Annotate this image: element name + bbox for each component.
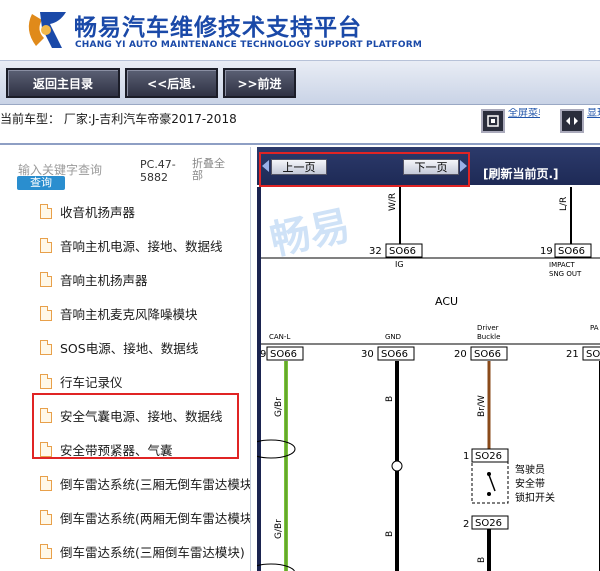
connector-label: SO66 [270,349,297,360]
switch-label: 安全带 [515,477,545,490]
fullscreen-icon[interactable] [481,109,505,133]
pin-number: 20 [454,349,467,360]
signal-label: SNG OUT [549,270,582,278]
document-icon [40,476,52,491]
refresh-link[interactable]: [刷新当前页.] [483,165,559,182]
pin-number: 2 [463,519,469,530]
tree-item[interactable]: 音响主机麦克风降噪模块 [40,297,250,330]
fullscreen-menu-link[interactable]: 全屏菜单 [508,108,540,120]
pager-bar: 上一页 下一页 [刷新当前页.] [257,147,600,187]
forward-button[interactable]: >>前进 [223,68,296,98]
brand-title-en: CHANG YI AUTO MAINTENANCE TECHNOLOGY SUP… [75,40,423,50]
signal-label: GND [385,333,401,341]
right-panel: 上一页 下一页 [刷新当前页.] 畅易 W/R L/R 32 SO66 IG 1… [257,147,600,571]
left-panel: 输入关键字查询 查询 PC.47-5882 折叠全部 收音机扬声器 音响主机电源… [0,147,251,571]
wire-color-label: B [385,396,395,402]
display-link[interactable]: 显现 [587,108,600,120]
cy-logo-icon [28,12,66,48]
document-icon [40,204,52,219]
current-model-label: 当前车型： 厂家:J-吉利汽车帝豪2017-2018 [0,112,237,126]
connector-label: SO66 [558,246,585,257]
signal-label: Driver [477,324,499,332]
highlight-box [32,393,239,459]
tree-item-label: 行车记录仪 [60,375,123,390]
pin-number: 32 [369,246,382,257]
pc-code-label: PC.47-5882 [140,158,176,184]
highlight-box [259,152,470,187]
wire-color-label: W/R [388,193,398,211]
tree-item-label: 倒车雷达系统(三厢无倒车雷达模块) [60,477,251,492]
connector-label: SO26 [475,518,502,529]
signal-label: IMPACT [549,261,575,269]
brand-title-cn: 畅易汽车维修技术支持平台 [74,15,362,41]
tree-item-label: 音响主机扬声器 [60,273,148,288]
app-window: 畅易汽车维修技术支持平台 CHANG YI AUTO MAINTENANCE T… [0,0,600,571]
signal-label: Buckle [477,333,500,341]
tree-item[interactable]: SOS电源、接地、数据线 [40,331,250,364]
nav-bar: 返回主目录 <<后退. >>前进 [0,60,600,105]
wire-color-label: G/Br [274,397,284,417]
document-icon [40,510,52,525]
tree-item-label: 音响主机电源、接地、数据线 [60,239,223,254]
signal-label: PA [590,324,599,332]
document-icon [40,238,52,253]
wire-color-label: B [385,531,395,537]
tree-item[interactable]: 倒车雷达系统(三厢倒车雷达模块) [40,535,250,568]
fold-all-link[interactable]: 折叠全部 [192,158,232,182]
home-button[interactable]: 返回主目录 [6,68,120,98]
pin-number: 9 [260,349,266,360]
pin-number: 30 [361,349,374,360]
document-icon [40,374,52,389]
wiring-diagram: 畅易 W/R L/R 32 SO66 IG 19 SO66 IMPACT SNG… [257,187,600,571]
model-bar: 当前车型： 厂家:J-吉利汽车帝豪2017-2018 全屏菜单 显现 [0,105,600,145]
document-icon [40,272,52,287]
query-button[interactable]: 查询 [17,176,65,190]
switch-label: 驾驶员 [515,463,545,476]
signal-label: CAN-L [269,333,290,341]
connector-label: SO66 [586,349,600,360]
document-icon [40,340,52,355]
wire-color-label: Br/W [477,395,487,417]
tree-item-label: 倒车雷达系统(两厢无倒车雷达模块) [60,511,251,526]
connector-label: SO66 [381,349,408,360]
pin-number: 1 [463,451,469,462]
split-view-icon[interactable] [560,109,584,133]
tree-item-label: 音响主机麦克风降噪模块 [60,307,198,322]
pin-number: 21 [566,349,579,360]
tree-item[interactable]: 音响主机电源、接地、数据线 [40,229,250,262]
tree-item[interactable]: 倒车雷达系统(三厢无倒车雷达模块) [40,467,251,500]
tree-item-label: 倒车雷达系统(三厢倒车雷达模块) [60,545,245,560]
module-label: ACU [435,295,458,308]
back-button[interactable]: <<后退. [125,68,218,98]
document-icon [40,306,52,321]
wire-color-label: B [477,557,487,563]
tree-item[interactable]: 倒车雷达系统(两厢无倒车雷达模块) [40,501,251,534]
connector-label: SO26 [475,451,502,462]
signal-label: IG [395,260,404,269]
header: 畅易汽车维修技术支持平台 CHANG YI AUTO MAINTENANCE T… [0,0,600,60]
connector-label: SO66 [389,246,416,257]
pin-number: 19 [540,246,553,257]
switch-label: 锁扣开关 [515,491,555,504]
tree-item-label: 收音机扬声器 [60,205,136,220]
tree-item[interactable]: 音响主机扬声器 [40,263,250,296]
tree-item[interactable]: 收音机扬声器 [40,195,250,228]
tree-item-label: SOS电源、接地、数据线 [60,341,199,356]
wire-color-label: L/R [559,197,569,211]
wire-color-label: G/Br [274,519,284,539]
connector-label: SO66 [474,349,501,360]
document-icon [40,544,52,559]
